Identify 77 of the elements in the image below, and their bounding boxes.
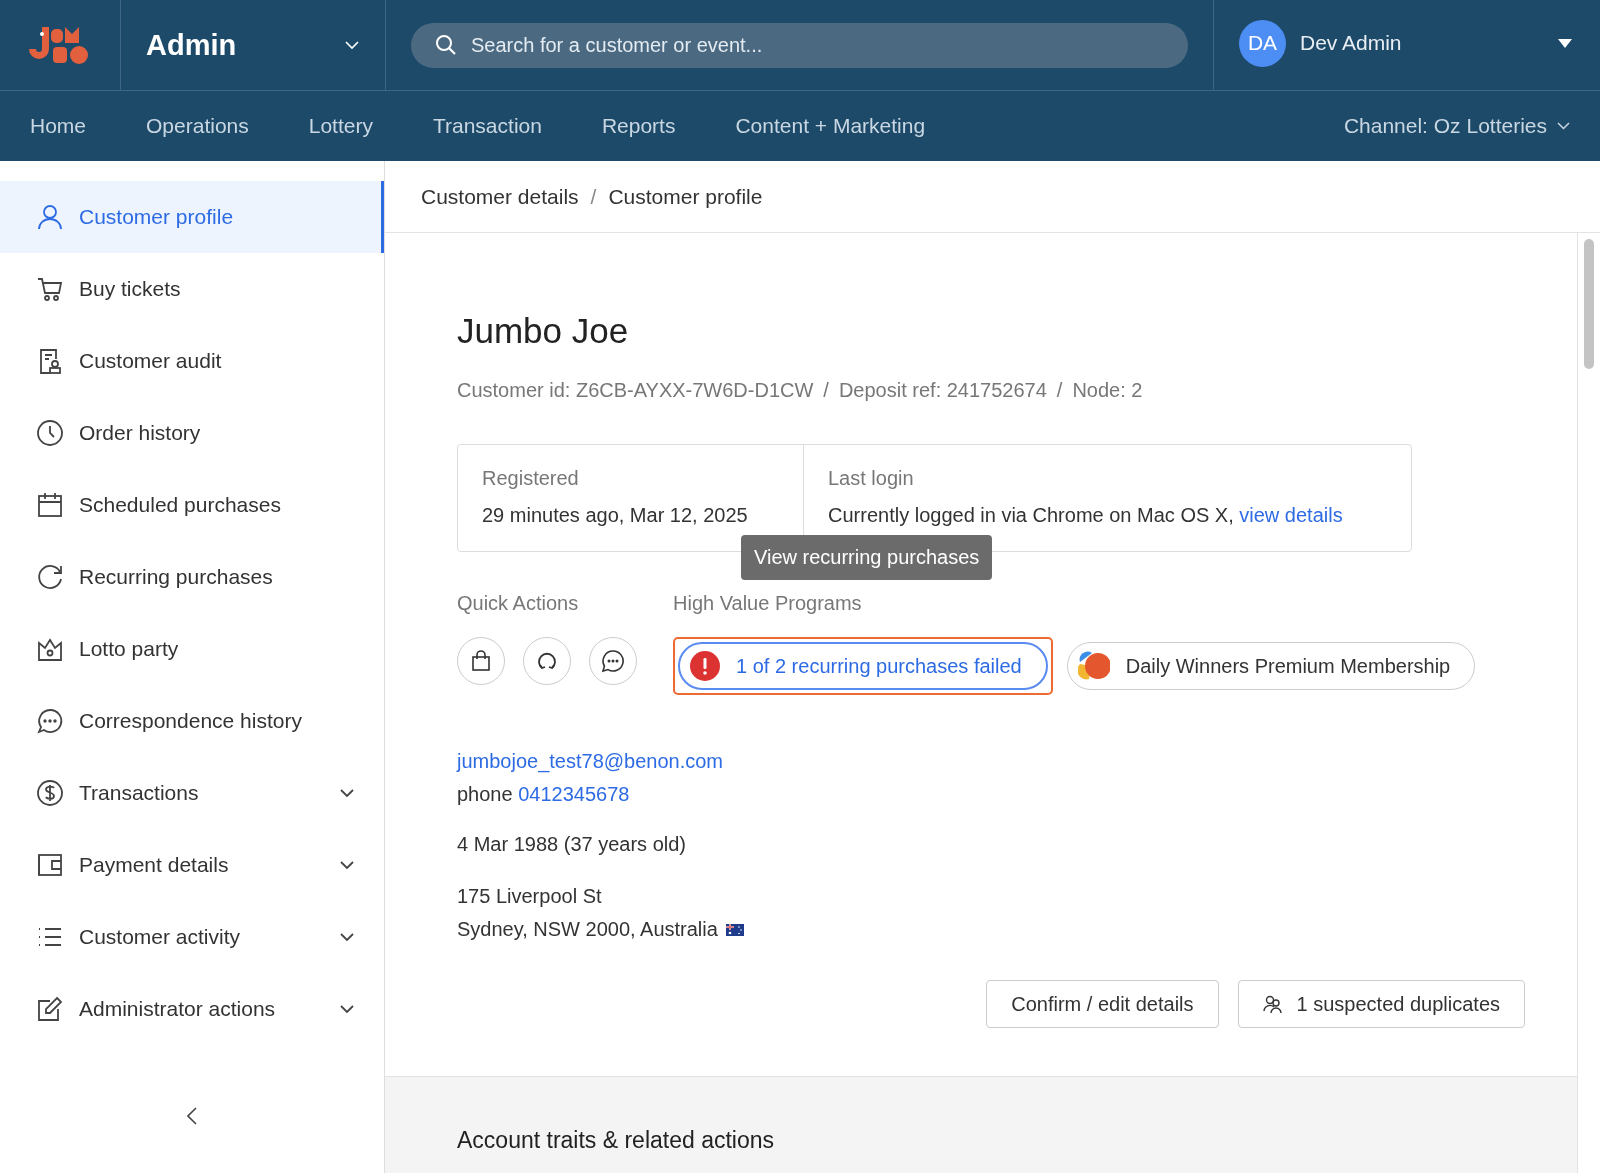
nav-link[interactable]: Home	[30, 114, 87, 138]
nav-link[interactable]: Operations	[146, 114, 249, 138]
app-title: Admin	[146, 28, 237, 62]
warning-icon	[690, 651, 720, 681]
breadcrumb-link[interactable]: Customer details	[421, 184, 579, 209]
search-field[interactable]: Search for a customer or event...	[411, 22, 1188, 68]
sidebar-item[interactable]: Customer profile	[0, 181, 384, 253]
phone-link[interactable]: 0412345678	[518, 783, 630, 805]
breadcrumb-separator: /	[590, 184, 597, 209]
confirm-edit-button[interactable]: Confirm / edit details	[986, 980, 1219, 1028]
people-icon	[1262, 994, 1283, 1014]
sidebar-item[interactable]: Scheduled purchases	[0, 469, 384, 541]
nav-link[interactable]: Reports	[601, 114, 676, 138]
chevron-down-icon[interactable]	[340, 788, 354, 798]
cart-icon	[36, 275, 64, 303]
chevron-down-icon[interactable]	[340, 932, 354, 942]
sidebar-item[interactable]: Administrator actions	[0, 973, 384, 1045]
chevron-down-icon[interactable]	[340, 1004, 354, 1014]
membership-button[interactable]: Daily Winners Premium Membership	[1066, 642, 1476, 690]
section-title: Account traits & related actions	[457, 1127, 776, 1154]
chat-button[interactable]	[589, 637, 637, 685]
calendar-icon	[36, 491, 64, 519]
phone-label: phone	[457, 783, 513, 805]
sidebar-item[interactable]: Correspondence history	[0, 685, 384, 757]
registered-label: Registered	[482, 467, 580, 490]
bag-icon	[471, 650, 491, 672]
wallet-icon	[36, 851, 64, 879]
registered-value: 29 minutes ago, Mar 12, 2025	[482, 504, 749, 527]
user-name[interactable]: Dev Admin	[1300, 31, 1544, 55]
caret-icon[interactable]	[1558, 38, 1572, 48]
date-of-birth: 4 Mar 1988 (37 years old)	[457, 833, 687, 856]
sidebar-item[interactable]: Lotto party	[0, 613, 384, 685]
refresh-icon	[36, 563, 64, 591]
duplicates-button[interactable]: 1 suspected duplicates	[1237, 980, 1525, 1028]
sidebar-item[interactable]: Payment details	[0, 829, 384, 901]
email-link[interactable]: jumbojoe_test78@benon.com	[457, 750, 724, 772]
flag-icon	[725, 923, 744, 936]
quick-actions-label: Quick Actions	[457, 592, 580, 615]
last-login-label: Last login	[828, 467, 915, 490]
bag-button[interactable]	[457, 637, 505, 685]
sidebar-item[interactable]: Transactions	[0, 757, 384, 829]
nav-link[interactable]: Transaction	[432, 114, 542, 138]
address-line: 175 Liverpool St	[457, 884, 602, 909]
sidebar-item[interactable]: Recurring purchases	[0, 541, 384, 613]
chevron-down-icon[interactable]	[340, 860, 354, 870]
dollar-icon	[36, 779, 64, 807]
nav-link[interactable]: Lottery	[308, 114, 373, 138]
search-icon	[435, 33, 457, 56]
chat-icon	[36, 707, 64, 735]
customer-id-text: Deposit ref: 241752674	[838, 379, 1047, 402]
sidebar-item[interactable]: Buy tickets	[0, 253, 384, 325]
separator: /	[823, 379, 829, 402]
customer-id-text: Customer id: Z6CB-AYXX-7W6D-D1CW	[457, 379, 814, 402]
clock-icon	[36, 419, 64, 447]
edit-icon	[36, 995, 64, 1023]
customer-name: Jumbo Joe	[457, 311, 630, 351]
person-icon	[36, 203, 64, 231]
channel-dropdown[interactable]: Channel: Oz Lotteries	[1343, 114, 1547, 138]
program-logo-icon	[1077, 651, 1110, 681]
programs-label: High Value Programs	[673, 592, 863, 615]
view-details-link[interactable]: view details	[1239, 504, 1343, 526]
failed-purchases-button[interactable]: 1 of 2 recurring purchases failed	[678, 642, 1048, 690]
customer-id-text: Node: 2	[1072, 379, 1143, 402]
last-login-value: Currently logged in via Chrome on Mac OS X,	[828, 504, 1234, 526]
breadcrumb-link[interactable]: Customer profile	[608, 184, 763, 209]
nav-link[interactable]: Content + Marketing	[735, 114, 926, 138]
tooltip: View recurring purchases	[741, 535, 993, 580]
sidebar-item[interactable]: Customer audit	[0, 325, 384, 397]
logo-icon	[29, 25, 91, 65]
refresh-icon	[536, 650, 558, 672]
refresh-button[interactable]	[523, 637, 571, 685]
chevron-left-icon[interactable]	[187, 1107, 197, 1125]
sidebar-item[interactable]: Order history	[0, 397, 384, 469]
chat-icon	[601, 649, 625, 673]
address-line: Sydney, NSW 2000, Australia	[457, 917, 718, 942]
sidebar-item[interactable]: Customer activity	[0, 901, 384, 973]
separator: /	[1056, 379, 1063, 402]
